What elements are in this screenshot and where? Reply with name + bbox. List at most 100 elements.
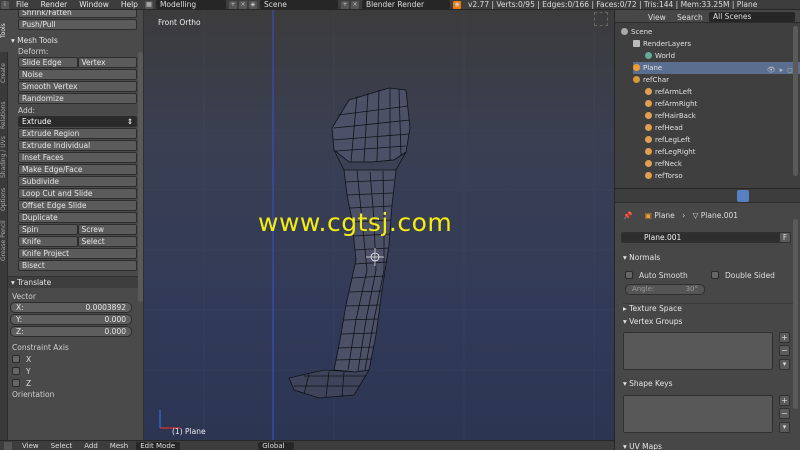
mode-select[interactable]: Edit Mode bbox=[136, 441, 181, 450]
remove-vertex-group-button[interactable]: − bbox=[779, 345, 790, 356]
extrude-region-button[interactable]: Extrude Region bbox=[18, 128, 137, 139]
shape-keys-panel-header[interactable]: ▾ Shape Keys bbox=[623, 379, 673, 388]
mesh-data-tab-icon[interactable] bbox=[737, 190, 749, 202]
toolshelf-scrollbar[interactable] bbox=[138, 52, 143, 302]
menu-help[interactable]: Help bbox=[115, 0, 144, 9]
outliner-item-world[interactable]: World bbox=[645, 50, 800, 62]
remove-scene-icon[interactable]: × bbox=[350, 0, 359, 9]
translate-y-field[interactable]: Y: 0.000 bbox=[10, 314, 132, 325]
outliner-filter-select[interactable]: All Scenes bbox=[709, 12, 795, 22]
outliner-item-renderlayers[interactable]: RenderLayers bbox=[633, 38, 800, 50]
outliner-item-refchar[interactable]: refChar bbox=[633, 74, 800, 86]
checkbox-icon bbox=[625, 271, 633, 279]
add-scene-icon[interactable]: + bbox=[340, 0, 349, 9]
slide-edge-button[interactable]: Slide Edge bbox=[18, 57, 78, 68]
shape-key-specials-icon[interactable]: ▾ bbox=[779, 422, 790, 433]
outliner-item-reflegleft[interactable]: refLegLeft bbox=[645, 134, 800, 146]
translate-z-field[interactable]: Z: 0.000 bbox=[10, 326, 132, 337]
viewport-corner-widget-icon[interactable] bbox=[594, 12, 608, 26]
auto-smooth-angle-field[interactable]: Angle: 30° bbox=[625, 284, 705, 295]
pin-icon[interactable]: 📌 bbox=[623, 211, 632, 220]
outliner-item-reftorso[interactable]: refTorso bbox=[645, 170, 800, 180]
translate-x-field[interactable]: X: 0.0003892 bbox=[10, 302, 132, 313]
menu-view[interactable]: View bbox=[16, 442, 45, 450]
vertex-group-specials-icon[interactable]: ▾ bbox=[779, 359, 790, 370]
double-sided-checkbox[interactable]: Double Sided bbox=[707, 269, 775, 281]
editor-type-icon[interactable]: i bbox=[1, 0, 9, 9]
outliner-item-scene[interactable]: Scene bbox=[621, 26, 797, 38]
spin-button[interactable]: Spin bbox=[18, 224, 78, 235]
tab-create[interactable]: Create bbox=[0, 52, 8, 94]
outliner-scrollbar[interactable] bbox=[793, 26, 798, 176]
orientation-select[interactable]: Global bbox=[258, 441, 295, 450]
knife-project-button[interactable]: Knife Project bbox=[18, 248, 137, 259]
shading-select[interactable] bbox=[184, 441, 255, 450]
menu-select[interactable]: Select bbox=[45, 442, 79, 450]
tab-grease-pencil[interactable]: Grease Pencil bbox=[0, 220, 8, 262]
menu-file[interactable]: File bbox=[10, 0, 35, 9]
outliner-item-refarmleft[interactable]: refArmLeft bbox=[645, 86, 800, 98]
mesh-tools-header[interactable]: ▾ Mesh Tools bbox=[8, 35, 143, 46]
outliner-search-menu[interactable]: Search bbox=[677, 13, 703, 22]
screen-layout-icon[interactable]: ▦ bbox=[144, 0, 153, 9]
extrude-dropdown[interactable]: Extrude ⇕ bbox=[18, 116, 137, 127]
outliner-item-refarmright[interactable]: refArmRight bbox=[645, 98, 800, 110]
push-pull-button[interactable]: Push/Pull bbox=[18, 19, 137, 30]
outliner-item-refneck[interactable]: refNeck bbox=[645, 158, 800, 170]
add-shape-key-button[interactable]: + bbox=[779, 395, 790, 406]
tab-tools[interactable]: Tools bbox=[0, 10, 8, 52]
make-edge-face-button[interactable]: Make Edge/Face bbox=[18, 164, 137, 175]
remove-shape-key-button[interactable]: − bbox=[779, 408, 790, 419]
constraint-x-checkbox[interactable]: X bbox=[8, 353, 143, 365]
screw-button[interactable]: Screw bbox=[77, 224, 137, 235]
inset-faces-button[interactable]: Inset Faces bbox=[18, 152, 137, 163]
constraint-z-checkbox[interactable]: Z bbox=[8, 377, 143, 389]
shape-keys-list[interactable] bbox=[623, 395, 773, 433]
outliner-item-refhairback[interactable]: refHairBack bbox=[645, 110, 800, 122]
scene-icon[interactable]: ◈ bbox=[248, 0, 257, 9]
outliner-item-refhead[interactable]: refHead bbox=[645, 122, 800, 134]
knife-select-button[interactable]: Select bbox=[77, 236, 137, 247]
mesh-icon: ▽ bbox=[692, 211, 699, 220]
noise-button[interactable]: Noise bbox=[18, 69, 137, 80]
shrink-fatten-button[interactable]: Shrink/Fatten bbox=[18, 10, 137, 18]
tab-options[interactable]: Options bbox=[0, 178, 8, 220]
menu-mesh[interactable]: Mesh bbox=[104, 442, 134, 450]
knife-button[interactable]: Knife bbox=[18, 236, 78, 247]
add-vertex-group-button[interactable]: + bbox=[779, 332, 790, 343]
subdivide-button[interactable]: Subdivide bbox=[18, 176, 137, 187]
texture-space-panel-header[interactable]: ▸ Texture Space bbox=[623, 303, 793, 313]
outliner-item-plane[interactable]: Plane 👁▸◻ bbox=[633, 62, 800, 74]
extrude-individual-button[interactable]: Extrude Individual bbox=[18, 140, 137, 151]
screen-layout-select[interactable]: Modelling bbox=[155, 0, 226, 9]
mesh-datablock-field[interactable]: Plane.001 bbox=[621, 232, 791, 243]
offset-edge-slide-button[interactable]: Offset Edge Slide bbox=[18, 200, 137, 211]
outliner-view-menu[interactable]: View bbox=[648, 13, 666, 22]
menu-render[interactable]: Render bbox=[35, 0, 74, 9]
fake-user-button[interactable]: F bbox=[779, 232, 791, 243]
vertex-slide-button[interactable]: Vertex bbox=[77, 57, 137, 68]
menu-add[interactable]: Add bbox=[78, 442, 104, 450]
bisect-button[interactable]: Bisect bbox=[18, 260, 137, 271]
tab-shading-uvs[interactable]: Shading / UVs bbox=[0, 136, 8, 178]
smooth-vertex-button[interactable]: Smooth Vertex bbox=[18, 81, 137, 92]
scene-select[interactable]: Scene bbox=[259, 0, 338, 9]
editor-type-3d-icon[interactable] bbox=[4, 441, 12, 450]
normals-panel-header[interactable]: ▾ Normals bbox=[623, 253, 660, 262]
menu-window[interactable]: Window bbox=[73, 0, 115, 9]
randomize-button[interactable]: Randomize bbox=[18, 93, 137, 104]
translate-operator-header[interactable]: ▾ Translate bbox=[8, 277, 143, 288]
outliner-item-reflegright[interactable]: refLegRight bbox=[645, 146, 800, 158]
vertex-groups-panel-header[interactable]: ▾ Vertex Groups bbox=[623, 317, 682, 326]
add-screen-icon[interactable]: + bbox=[228, 0, 237, 9]
render-engine-select[interactable]: Blender Render bbox=[361, 0, 450, 9]
properties-scrollbar[interactable] bbox=[793, 219, 798, 409]
constraint-y-checkbox[interactable]: Y bbox=[8, 365, 143, 377]
auto-smooth-checkbox[interactable]: Auto Smooth bbox=[621, 269, 688, 281]
loop-cut-button[interactable]: Loop Cut and Slide bbox=[18, 188, 137, 199]
uv-maps-panel-header[interactable]: ▾ UV Maps bbox=[623, 442, 662, 450]
vertex-groups-list[interactable] bbox=[623, 332, 773, 370]
duplicate-button[interactable]: Duplicate bbox=[18, 212, 137, 223]
tab-relations[interactable]: Relations bbox=[0, 94, 8, 136]
remove-screen-icon[interactable]: × bbox=[238, 0, 247, 9]
